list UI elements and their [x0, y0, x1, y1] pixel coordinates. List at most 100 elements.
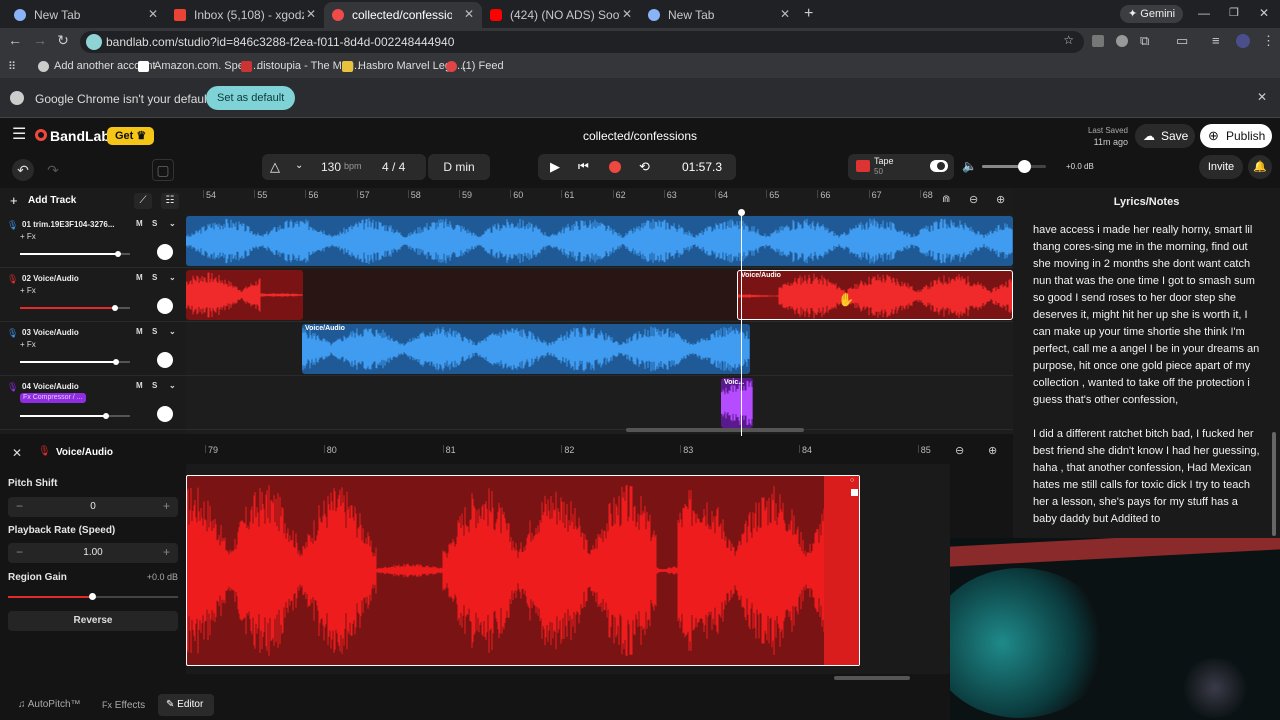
chevron-down-icon[interactable]: ⌄ [295, 160, 303, 171]
tape-label[interactable]: Tape [874, 156, 894, 166]
timeline-ruler[interactable]: 54 55 56 57 58 59 60 61 62 63 64 65 66 67 68 [186, 188, 948, 214]
lyrics-text-area[interactable]: have access i made her really horny, sma… [1033, 222, 1263, 536]
track-name[interactable]: 04 Voice/Audio [22, 382, 114, 391]
pitch-shift-stepper[interactable]: − 0 + [8, 497, 178, 517]
close-infobar-icon[interactable]: ✕ [1257, 90, 1267, 104]
forward-icon[interactable]: → [30, 32, 50, 48]
record-icon[interactable] [609, 161, 621, 173]
site-info-icon[interactable] [86, 34, 102, 50]
track-lane-2[interactable]: Voice/Audio ✋ [186, 268, 1013, 322]
track-header-1[interactable]: 🎙 01 trim.19E3F104-3276... M S ⌄ + Fx [0, 214, 186, 268]
gemini-button[interactable]: ✦ Gemini [1120, 5, 1184, 23]
publish-button[interactable]: ⊕ Publish [1200, 124, 1272, 148]
media-icon[interactable]: ≡ [1212, 33, 1220, 48]
playback-rate-value[interactable]: 1.00 [8, 547, 178, 558]
volume-knob[interactable] [1018, 160, 1031, 173]
zoom-in-icon[interactable]: ⊕ [996, 193, 1005, 206]
playback-rate-stepper[interactable]: − 1.00 + [8, 543, 178, 563]
editor-tab-active[interactable]: ✎ Editor [158, 694, 214, 716]
save-button[interactable]: ☁ Save [1135, 124, 1195, 148]
tab-youtube[interactable]: (424) (NO ADS) Soothing Deep ✕ [482, 2, 640, 28]
solo-button[interactable]: S [152, 219, 157, 228]
minimize-icon[interactable]: — [1198, 6, 1210, 20]
undo-icon[interactable]: ↶ [12, 159, 34, 181]
audio-clip-selected[interactable]: Voice/Audio [737, 270, 1013, 320]
new-tab-icon[interactable]: + [804, 5, 813, 23]
add-fx-button[interactable]: + Fx [20, 340, 36, 349]
audio-clip[interactable] [186, 216, 1013, 266]
maximize-icon[interactable]: ❐ [1229, 6, 1239, 19]
fade-handle[interactable] [851, 489, 858, 496]
effects-tab[interactable]: Fx Effects [98, 694, 154, 716]
extension-icon[interactable] [1092, 35, 1104, 47]
pan-knob[interactable] [157, 406, 173, 422]
solo-button[interactable]: S [152, 327, 157, 336]
sidepanel-icon[interactable]: ▭ [1176, 33, 1188, 49]
track-settings-icon[interactable]: ☷ [161, 193, 179, 209]
profile-avatar[interactable] [1236, 34, 1250, 48]
audio-clip[interactable]: Voice/Audio [302, 324, 750, 374]
tempo-value[interactable]: 130 [321, 160, 341, 174]
automation-icon[interactable]: ⟋ [134, 193, 152, 209]
metronome-icon[interactable]: △ [270, 159, 280, 175]
bookmark-star-icon[interactable]: ☆ [1063, 33, 1074, 47]
editor-clip[interactable]: ○ [186, 475, 860, 666]
back-icon[interactable]: ← [5, 32, 25, 48]
solo-button[interactable]: S [152, 381, 157, 390]
volume-fader[interactable] [20, 305, 130, 311]
tape-toggle[interactable] [930, 160, 948, 172]
lyrics-scrollbar[interactable] [1272, 432, 1276, 536]
horizontal-scrollbar[interactable] [626, 428, 804, 432]
volume-fader[interactable] [20, 359, 130, 365]
master-volume-slider[interactable] [982, 160, 1046, 173]
add-fx-button[interactable]: + Fx [20, 286, 36, 295]
pan-knob[interactable] [157, 352, 173, 368]
plus-icon[interactable]: + [163, 499, 170, 513]
plus-icon[interactable]: + [163, 545, 170, 559]
speaker-icon[interactable]: 🔈 [962, 159, 977, 173]
close-tab-icon[interactable]: ✕ [148, 7, 158, 21]
skip-back-icon[interactable]: ⏮ [578, 159, 589, 174]
track-lane-3[interactable]: Voice/Audio [186, 322, 1013, 376]
add-track-button[interactable]: Add Track [28, 195, 76, 206]
pan-knob[interactable] [157, 244, 173, 260]
close-tab-icon[interactable]: ✕ [464, 7, 474, 21]
magnet-icon[interactable]: ⋒ [942, 194, 950, 205]
editor-scrollbar[interactable] [834, 676, 910, 680]
mute-button[interactable]: M [136, 273, 143, 282]
close-window-icon[interactable]: ✕ [1259, 6, 1269, 20]
editor-ruler[interactable]: 79 80 81 82 83 84 85 [186, 436, 950, 464]
pitch-shift-value[interactable]: 0 [8, 501, 178, 512]
volume-fader[interactable] [20, 413, 130, 419]
audio-clip[interactable]: Voic... [721, 378, 753, 428]
track-header-2[interactable]: 🎙 02 Voice/Audio M S ⌄ + Fx [0, 268, 186, 322]
time-signature[interactable]: 4 / 4 [382, 160, 405, 174]
region-gain-slider[interactable] [8, 593, 178, 600]
close-tab-icon[interactable]: ✕ [622, 7, 632, 21]
reload-icon[interactable]: ↻ [53, 32, 73, 49]
chevron-down-icon[interactable]: ⌄ [169, 273, 176, 282]
loop-icon[interactable]: ⟲ [639, 159, 650, 175]
get-membership-button[interactable]: Get ♛ [107, 127, 155, 145]
close-editor-icon[interactable]: ✕ [12, 446, 22, 460]
editor-zoom-in-icon[interactable]: ⊕ [988, 444, 997, 457]
solo-button[interactable]: S [152, 273, 157, 282]
zoom-out-icon[interactable]: ⊖ [969, 193, 978, 206]
menu-kebab-icon[interactable]: ⋮ [1262, 33, 1275, 49]
audio-clip[interactable] [186, 270, 303, 320]
playhead-handle[interactable] [738, 209, 745, 216]
tab-bandlab[interactable]: collected/confessions - Stu ✕ [324, 2, 482, 28]
track-name[interactable]: 02 Voice/Audio [22, 274, 114, 283]
compressor-effect-chip[interactable]: Fx Compressor / ... [20, 393, 86, 403]
mute-button[interactable]: M [136, 327, 143, 336]
chevron-down-icon[interactable]: ⌄ [169, 219, 176, 228]
track-header-4[interactable]: 🎙 04 Voice/Audio M S ⌄ Fx Compressor / .… [0, 376, 186, 430]
hamburger-menu-icon[interactable]: ☰ [12, 127, 26, 143]
extension-icon[interactable] [1116, 35, 1128, 47]
close-tab-icon[interactable]: ✕ [306, 7, 316, 21]
redo-icon[interactable]: ↷ [42, 159, 64, 181]
play-icon[interactable]: ▶ [550, 159, 560, 175]
apps-grid-icon[interactable]: ⠿ [8, 60, 16, 73]
mute-button[interactable]: M [136, 219, 143, 228]
editor-waveform-canvas[interactable]: ○ [186, 464, 950, 680]
